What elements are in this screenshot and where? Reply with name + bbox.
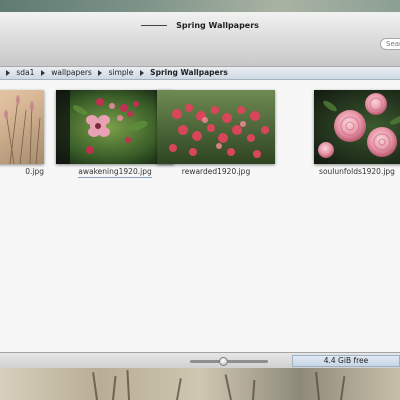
- file-thumbnail[interactable]: [314, 90, 400, 164]
- grass-blade: [315, 372, 320, 400]
- breadcrumb-simple[interactable]: simple: [109, 67, 134, 79]
- wallpaper-thumbnail-image: [157, 90, 275, 164]
- breadcrumb: sda1 wallpapers simple Spring Wallpapers: [0, 67, 400, 80]
- chevron-right-icon: [40, 70, 45, 76]
- grass-blade: [252, 379, 256, 400]
- grass-blade: [92, 372, 98, 400]
- file-name[interactable]: soulunfolds1920.jpg: [314, 167, 400, 176]
- file-manager-window: Spring Wallpapers sda1 wallpapers simple…: [0, 12, 400, 368]
- status-bar: 4.4 GiB free: [0, 352, 400, 368]
- chevron-right-icon: [98, 70, 103, 76]
- title-area: Spring Wallpapers: [0, 15, 400, 34]
- grass-blade: [112, 376, 117, 400]
- zoom-slider[interactable]: [190, 357, 268, 366]
- file-thumbnail[interactable]: [0, 90, 44, 164]
- grass-blade: [340, 376, 346, 400]
- file-thumbnail[interactable]: [157, 90, 275, 164]
- grass-blade: [126, 369, 130, 400]
- desktop-wallpaper-bottom: [0, 368, 400, 400]
- search-input[interactable]: [380, 38, 400, 50]
- window-toolbar: Spring Wallpapers: [0, 12, 400, 67]
- breadcrumb-wallpapers[interactable]: wallpapers: [51, 67, 92, 79]
- zoom-slider-knob[interactable]: [218, 357, 228, 366]
- file-grid: 0.jpg awakening1920.jpg rewarded1920.jpg…: [0, 80, 400, 352]
- wallpaper-thumbnail-image: [0, 90, 44, 164]
- grass-blade: [224, 374, 232, 400]
- wallpaper-thumbnail-image: [314, 90, 400, 164]
- window-title: Spring Wallpapers: [176, 21, 259, 30]
- free-space-indicator: 4.4 GiB free: [292, 355, 400, 367]
- breadcrumb-sda1[interactable]: sda1: [16, 67, 34, 79]
- chevron-right-icon: [139, 70, 144, 76]
- breadcrumb-spring-wallpapers[interactable]: Spring Wallpapers: [150, 67, 228, 79]
- title-decoration: [141, 25, 168, 26]
- grass-blade: [176, 378, 182, 400]
- chevron-right-icon: [6, 70, 10, 76]
- file-name[interactable]: 0.jpg: [0, 167, 44, 176]
- file-name[interactable]: rewarded1920.jpg: [157, 167, 275, 176]
- file-name-text: awakening1920.jpg: [78, 167, 152, 178]
